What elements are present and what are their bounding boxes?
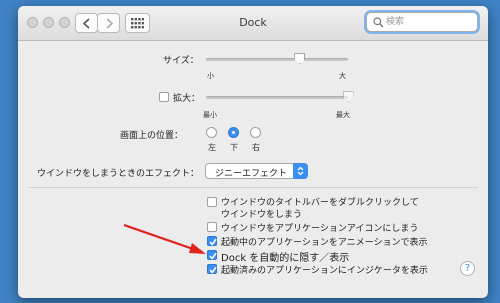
size-max-label: 大 [339, 72, 346, 80]
help-icon: ? [464, 263, 471, 274]
title-bar: Dock [18, 6, 488, 41]
position-bottom-radio[interactable] [228, 127, 239, 138]
magnification-slider[interactable] [206, 96, 348, 99]
position-bottom-label: 下 [230, 143, 238, 152]
popup-arrows-icon [293, 163, 308, 179]
position-label: 画面上の位置： [120, 131, 184, 141]
animate-opening-apps-label: 起動中のアプリケーションをアニメーションで表示 [221, 238, 428, 248]
minimize-into-app-icon-label: ウインドウをアプリケーションアイコンにしまう [221, 224, 419, 234]
show-indicators-checkbox[interactable] [207, 264, 217, 274]
minimize-effect-value: ジニーエフェクト [215, 169, 288, 179]
size-min-label: 小 [207, 72, 214, 80]
position-right-label: 右 [252, 143, 260, 152]
magnification-max-label: 最大 [336, 111, 350, 119]
size-slider[interactable] [206, 58, 348, 61]
minimize-effect-label: ウインドウをしまうときのエフェクト： [37, 169, 200, 179]
minimize-on-double-click-checkbox[interactable] [207, 197, 217, 207]
magnification-checkbox[interactable] [159, 92, 169, 102]
magnification-slider-knob[interactable] [342, 91, 354, 102]
search-icon [373, 17, 384, 28]
minimize-effect-popup[interactable]: ジニーエフェクト [205, 163, 308, 179]
preferences-window: Dock サイズ： 小 大 拡大： 最小 最大 画面上の位置： 左 下 右 ウイ… [18, 6, 488, 298]
magnification-min-label: 最小 [203, 111, 217, 119]
position-left-label: 左 [208, 143, 216, 152]
position-right-radio[interactable] [250, 127, 261, 138]
animate-opening-apps-checkbox[interactable] [207, 236, 217, 246]
magnification-label: 拡大： [173, 94, 201, 104]
position-left-radio[interactable] [206, 127, 217, 138]
help-button[interactable]: ? [460, 261, 475, 276]
size-label: サイズ： [163, 56, 199, 66]
search-field[interactable] [366, 12, 478, 32]
separator [28, 187, 478, 188]
autohide-dock-label: Dock を自動的に隠す／表示 [221, 253, 350, 264]
minimize-on-double-click-label-line2: ウインドウをしまう [221, 210, 303, 220]
search-input[interactable] [386, 15, 472, 29]
show-indicators-label: 起動済みのアプリケーションにインジケータを表示 [221, 266, 428, 276]
minimize-into-app-icon-checkbox[interactable] [207, 222, 217, 232]
autohide-dock-checkbox[interactable] [207, 250, 217, 260]
size-slider-knob[interactable] [294, 53, 306, 64]
